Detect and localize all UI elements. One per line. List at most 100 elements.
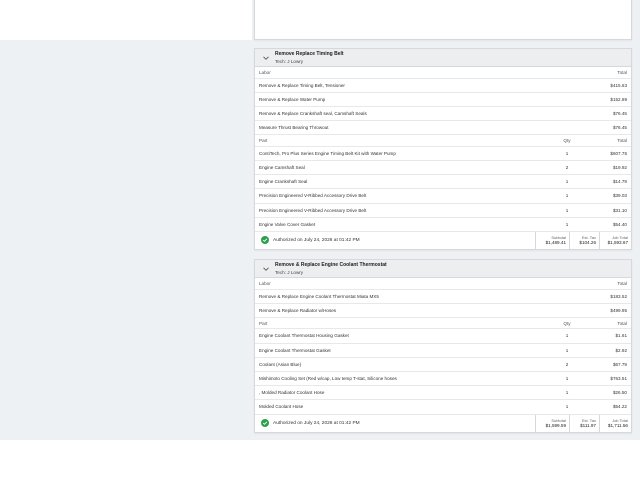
part-desc: Precision Engineered V-Ribbed Accessory … <box>259 193 367 199</box>
part-desc: Mishimoto Cooling Set (Red w/cap, Low te… <box>259 376 397 382</box>
check-circle-icon <box>261 236 269 245</box>
labor-total: $415.63 <box>610 82 627 88</box>
part-row: Engine Coolant Thermostat Gasket 1 $2.92 <box>255 344 631 358</box>
part-qty: 2 <box>565 165 569 171</box>
labor-header-row: Labor Total <box>255 67 631 79</box>
part-row: Engine Camshaft Seal 2 $19.92 <box>255 161 631 176</box>
job-card-timing-belt: Remove Replace Timing Belt Tech: J Lowry… <box>254 48 632 250</box>
part-qty: 1 <box>565 207 569 213</box>
part-header-label: Part <box>259 320 268 326</box>
part-row: ContiTech, Pro Plus Series Engine Timing… <box>255 147 631 161</box>
part-qty: 1 <box>565 390 569 396</box>
part-total: $2.92 <box>615 347 628 353</box>
part-desc: Engine Coolant Thermostat Housing Gasket <box>259 333 349 339</box>
bottom-area <box>0 440 640 480</box>
part-qty: 1 <box>565 150 569 156</box>
part-row: Mishimoto Cooling Set (Red w/cap, Low te… <box>255 372 631 387</box>
subtotal-value: $1,599.59 <box>545 423 566 428</box>
job-footer: Authorized on July 24, 2026 at 01:42 PM … <box>255 414 631 432</box>
labor-header-total: Total <box>617 280 627 286</box>
labor-header-total: Total <box>617 69 627 75</box>
labor-desc: Measure Thrust Bearing Throwout <box>259 125 329 131</box>
job-card-thermostat: Remove & Replace Engine Coolant Thermost… <box>254 259 632 433</box>
part-qty: 1 <box>565 193 569 199</box>
part-total: $39.03 <box>612 193 627 199</box>
part-header-row: Part Qty Total <box>255 135 631 147</box>
authorized-text: Authorized on July 24, 2026 at 01:42 PM <box>273 237 360 243</box>
part-header-total: Total <box>617 138 627 143</box>
labor-header-label: Labor <box>259 280 271 286</box>
part-desc: Molded Coolant Hose <box>259 404 304 410</box>
est-tax-value: $111.97 <box>580 423 596 428</box>
part-total: $67.79 <box>612 361 627 367</box>
labor-desc: Remove & Replace Engine Coolant Thermost… <box>259 293 379 299</box>
labor-row: Remove & Replace Water Pump $152.89 <box>255 93 631 107</box>
part-qty: 1 <box>565 333 569 339</box>
part-total: $54.22 <box>612 404 627 410</box>
app-root: Remove Replace Timing Belt Tech: J Lowry… <box>0 0 640 480</box>
authorized-text: Authorized on July 24, 2026 at 01:42 PM <box>273 420 360 426</box>
part-qty: 1 <box>565 376 569 382</box>
labor-row: Remove & Replace Radiator w/Hoses $499.95 <box>255 304 631 318</box>
labor-total: $152.89 <box>610 96 627 102</box>
job-tech: Tech: J Lowry <box>275 58 304 64</box>
job-total: Job Total $1,593.67 <box>599 231 631 249</box>
part-header-total: Total <box>617 320 627 326</box>
part-header-qty: Qty <box>563 138 571 143</box>
part-total: $14.79 <box>612 179 627 185</box>
previous-job-card <box>254 0 632 40</box>
part-qty: 1 <box>565 347 569 353</box>
est-tax-value: $104.26 <box>579 240 596 246</box>
labor-row: Remove & Replace Timing Belt, Tensioner $… <box>255 79 631 93</box>
job-header[interactable]: Remove & Replace Engine Coolant Thermost… <box>255 260 631 278</box>
part-desc: , Molded Radiator Coolant Hose <box>259 390 325 396</box>
subtotal: Subtotal $1,599.59 <box>535 414 569 432</box>
part-row: , Molded Radiator Coolant Hose 1 $26.50 <box>255 386 631 401</box>
part-desc: Engine Crankshaft Seal <box>259 179 308 185</box>
est-tax: Est. Tax $111.97 <box>569 414 599 432</box>
job-total-value: $1,711.56 <box>607 423 628 428</box>
part-desc: ContiTech, Pro Plus Series Engine Timing… <box>259 150 396 156</box>
chevron-down-icon[interactable] <box>259 51 273 65</box>
part-header-label: Part <box>259 138 268 143</box>
labor-desc: Remove & Replace Timing Belt, Tensioner <box>259 82 345 88</box>
part-row: Engine Coolant Thermostat Housing Gasket… <box>255 329 631 344</box>
labor-total: $76.45 <box>612 125 627 131</box>
labor-header-row: Labor Total <box>255 278 631 290</box>
part-row: Engine Valve Cover Gasket 1 $54.40 <box>255 218 631 232</box>
part-total: $54.40 <box>612 221 627 227</box>
job-total: Job Total $1,711.56 <box>599 414 631 432</box>
part-desc: Engine Camshaft Seal <box>259 165 305 171</box>
labor-desc: Remove & Replace Radiator w/Hoses <box>259 307 337 313</box>
chevron-down-icon[interactable] <box>259 262 273 276</box>
job-total-value: $1,593.67 <box>607 240 628 246</box>
part-row: Molded Coolant Hose 1 $54.22 <box>255 400 631 415</box>
job-tech: Tech: J Lowry <box>275 269 304 275</box>
part-total: $31.10 <box>612 207 627 213</box>
part-qty: 1 <box>565 179 569 185</box>
part-qty: 1 <box>565 221 569 227</box>
part-desc: Precision Engineered V-Ribbed Accessory … <box>259 207 367 213</box>
labor-row: Measure Thrust Bearing Throwout $76.45 <box>255 121 631 136</box>
part-row: Precision Engineered V-Ribbed Accessory … <box>255 189 631 204</box>
job-footer: Authorized on July 24, 2026 at 01:42 PM … <box>255 231 631 249</box>
part-total: $19.92 <box>612 165 627 171</box>
check-circle-icon <box>261 419 269 427</box>
subtotal-value: $1,489.41 <box>545 240 566 246</box>
labor-header-label: Labor <box>259 69 271 75</box>
part-qty: 2 <box>565 361 569 367</box>
part-total: $26.50 <box>612 390 627 396</box>
part-qty: 1 <box>565 404 569 410</box>
part-header-qty: Qty <box>563 320 571 326</box>
job-header[interactable]: Remove Replace Timing Belt Tech: J Lowry <box>255 49 631 67</box>
estimate-panel: Remove Replace Timing Belt Tech: J Lowry… <box>252 0 640 440</box>
labor-total: $499.95 <box>610 307 627 313</box>
part-header-row: Part Qty Total <box>255 318 631 330</box>
part-total: $1.61 <box>615 333 628 339</box>
part-row: Engine Crankshaft Seal 1 $14.79 <box>255 175 631 190</box>
subtotal: Subtotal $1,489.41 <box>535 231 569 249</box>
labor-row: Remove & Replace Engine Coolant Thermost… <box>255 290 631 304</box>
labor-total: $76.45 <box>612 110 627 116</box>
part-row: Precision Engineered V-Ribbed Accessory … <box>255 204 631 218</box>
labor-desc: Remove & Replace Crankshaft seal, Camsha… <box>259 110 367 116</box>
